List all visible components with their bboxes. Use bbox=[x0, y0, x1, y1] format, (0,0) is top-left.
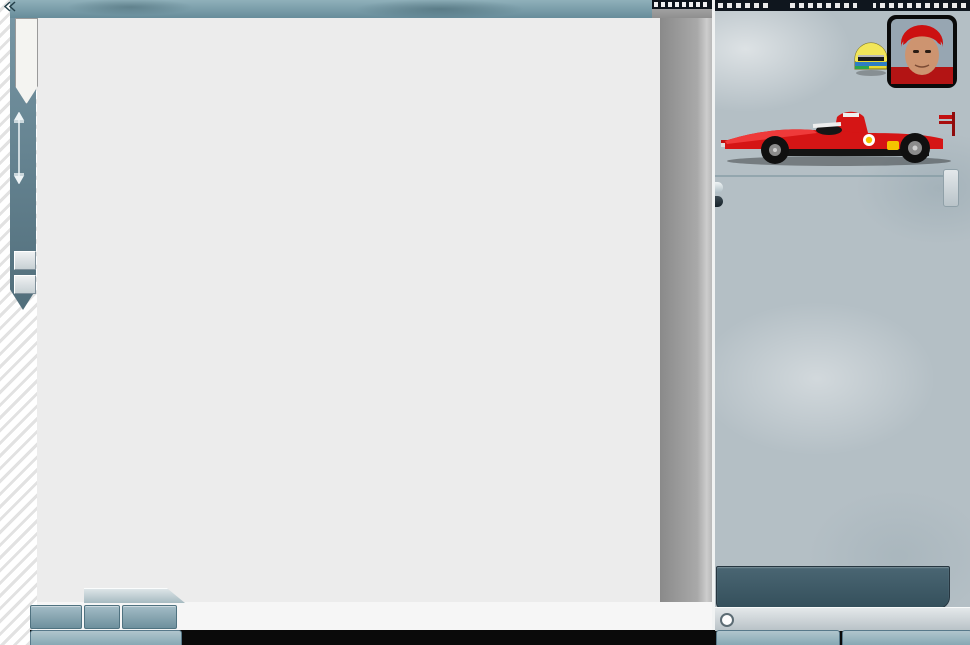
legend-tab[interactable] bbox=[15, 18, 38, 104]
zoom-in-button[interactable] bbox=[30, 605, 82, 629]
panel-separator bbox=[712, 0, 715, 630]
lap-timeline-bar[interactable] bbox=[10, 0, 712, 20]
car-glyph-top-icon bbox=[21, 116, 33, 134]
tyre-indicator-icon[interactable] bbox=[720, 613, 734, 627]
help-button[interactable] bbox=[14, 251, 36, 270]
tyre-status-bar bbox=[715, 607, 970, 631]
race-analysis-app bbox=[0, 0, 970, 645]
zoom-out-button[interactable] bbox=[122, 605, 177, 629]
driver-photo bbox=[887, 15, 957, 88]
gap-chart-canvas[interactable] bbox=[37, 18, 712, 602]
helmet-icon bbox=[851, 35, 891, 77]
tab-starting-grid[interactable] bbox=[30, 630, 182, 645]
legend-tab-label bbox=[19, 22, 35, 92]
panel-divider bbox=[715, 175, 955, 177]
collapse-icon[interactable] bbox=[3, 1, 16, 12]
race-gap-chart[interactable] bbox=[37, 18, 712, 602]
tab-chart[interactable] bbox=[716, 630, 840, 645]
car-image bbox=[717, 103, 963, 171]
help-button-2[interactable] bbox=[14, 275, 36, 294]
pits-column-tab[interactable] bbox=[943, 169, 959, 207]
tab-infobox[interactable] bbox=[842, 630, 970, 645]
film-strip-icon bbox=[652, 0, 712, 18]
car-glyph-bottom-icon bbox=[21, 168, 33, 186]
zoom-reset-button[interactable] bbox=[84, 605, 120, 629]
film-strip-icon bbox=[715, 0, 970, 11]
comment-box[interactable] bbox=[716, 566, 950, 609]
